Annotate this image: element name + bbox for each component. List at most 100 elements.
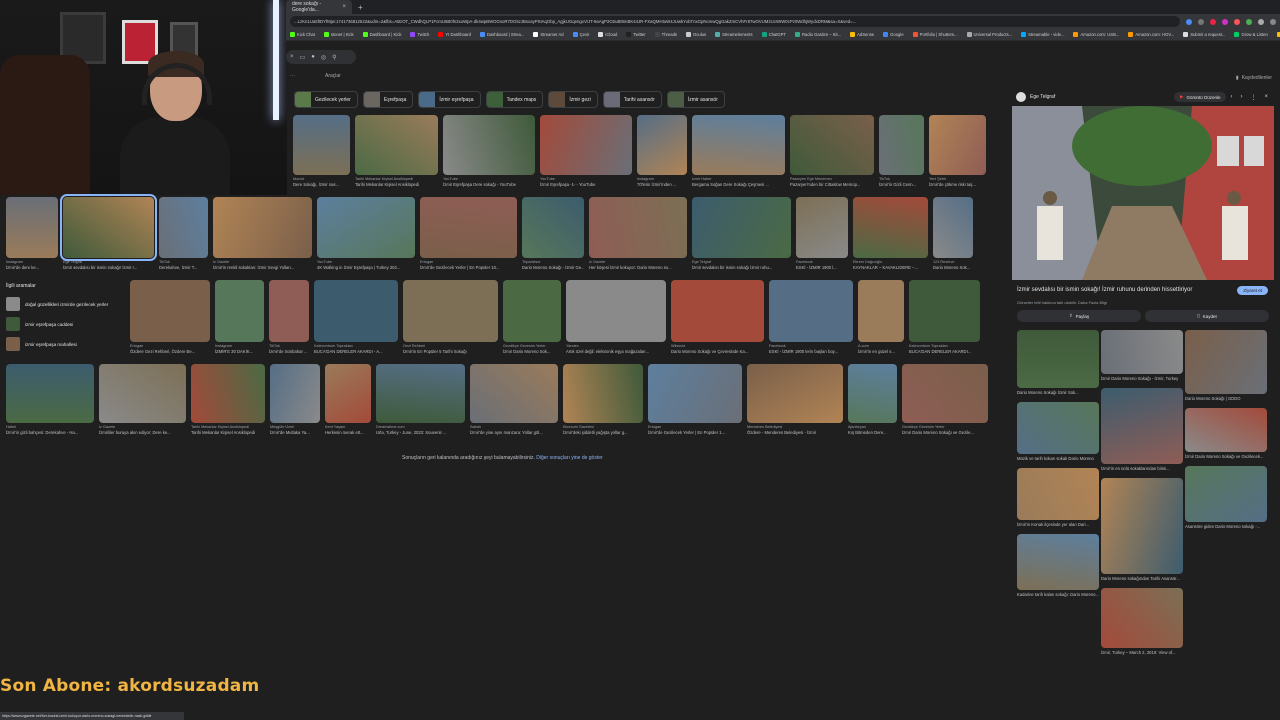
- related-image-caption[interactable]: Kadarine tarih kalan sokağı: Dario Moren…: [1017, 592, 1099, 597]
- bookmark-item[interactable]: Oculus: [686, 32, 706, 37]
- filter-chip[interactable]: İzmir eşrefpaşa: [418, 91, 481, 108]
- image-result[interactable]: [648, 364, 742, 423]
- image-result[interactable]: [909, 280, 980, 342]
- related-image[interactable]: [1017, 468, 1099, 520]
- filter-chip[interactable]: Tarihi asansör: [602, 91, 662, 108]
- related-image-caption[interactable]: Müzik ve tarih kokan sokak Dario Moreno: [1017, 456, 1099, 461]
- related-image[interactable]: [1017, 534, 1099, 590]
- image-result[interactable]: [637, 115, 687, 175]
- image-caption[interactable]: Instagram 70'lerin İzmir'inden ...: [637, 177, 687, 187]
- bookmark-item[interactable]: Twitter: [626, 32, 646, 37]
- close-icon[interactable]: ×: [1264, 94, 1268, 101]
- related-image[interactable]: [1017, 402, 1099, 454]
- bookmark-item[interactable]: Streamable - vide...: [1021, 32, 1064, 37]
- panel-title[interactable]: İzmir sevdalısı bir ismin sokağı! İzmir …: [1017, 287, 1192, 293]
- image-result[interactable]: [6, 364, 94, 423]
- image-caption[interactable]: Meşgûle Üzmi İzmir'de Mutlaka Ya...: [270, 425, 320, 435]
- image-caption[interactable]: YouTube 4K Walking in İzmir Eşrefpaşa | T…: [317, 260, 415, 270]
- image-result[interactable]: [503, 280, 561, 342]
- image-caption[interactable]: Kalecontrum Toprakları BUCA'DAN DERELER A…: [909, 344, 980, 354]
- extension-icon[interactable]: [1222, 18, 1228, 25]
- image-result[interactable]: [130, 280, 210, 342]
- image-result[interactable]: [325, 364, 371, 423]
- image-caption[interactable]: Ertugan İzmir'de Gezilecek Yerler | En Po…: [420, 260, 517, 270]
- related-image[interactable]: [1185, 408, 1267, 452]
- image-caption[interactable]: Habeİ İzmir'in gizli bahçesi: Derekahve -…: [6, 425, 94, 435]
- image-result[interactable]: [191, 364, 265, 423]
- image-caption[interactable]: İz Gazete İzmirliler buraya akın ediyor: …: [99, 425, 186, 435]
- close-icon[interactable]: ×: [290, 54, 294, 60]
- related-image[interactable]: [1101, 330, 1183, 374]
- related-image[interactable]: [1185, 330, 1267, 394]
- image-caption[interactable]: TikTok Derekahve, İzmir T...: [159, 260, 208, 270]
- image-caption[interactable]: Pazaryeri Ege Menemen Pazaryeri'nden bir …: [790, 177, 874, 187]
- bookmark-item[interactable]: Threads: [654, 32, 677, 37]
- keyboard-icon[interactable]: ▭: [300, 54, 306, 61]
- image-caption[interactable]: Gezi Rehberi İzmir'in En Popüler 5 Tarihi…: [403, 344, 498, 354]
- image-result[interactable]: [269, 280, 309, 342]
- image-result[interactable]: [790, 115, 874, 175]
- image-result[interactable]: [355, 115, 438, 175]
- related-image[interactable]: [1017, 330, 1099, 388]
- bookmark-item[interactable]: Yt Dashboard: [438, 32, 471, 37]
- image-caption[interactable]: İzmir Haber Bergama Soğan Dere Sokağı Çeş…: [692, 177, 785, 187]
- extension-icon[interactable]: [1234, 18, 1240, 25]
- image-result[interactable]: [858, 280, 904, 342]
- bookmark-item[interactable]: Radio Garden – Kit...: [795, 32, 841, 37]
- filter-chip[interactable]: İzmir asansör: [666, 91, 725, 108]
- bookmark-item[interactable]: ChatGPT: [761, 32, 786, 37]
- image-caption[interactable]: Ajanbeyan Kış Bitmeden Dere...: [848, 425, 897, 435]
- image-result[interactable]: [213, 197, 312, 258]
- image-caption[interactable]: Wilsonie Dario Moreno Sokağı ve Çevresind…: [671, 344, 764, 354]
- image-caption[interactable]: Dreamstime.com Urla, Turkey - June, 2023:…: [376, 425, 465, 435]
- menu-icon[interactable]: ⋯: [290, 73, 295, 79]
- related-search-item[interactable]: izmir eşrefpaşa mahallesi: [6, 336, 124, 352]
- related-image-caption[interactable]: İzmir, Turkey – March 2, 2019: View of..…: [1101, 650, 1183, 655]
- search-box[interactable]: × ▭ ● ◎ ⚲: [286, 50, 356, 64]
- image-result[interactable]: [317, 197, 415, 258]
- filter-chip[interactable]: İzmir gezi: [548, 91, 598, 108]
- image-caption[interactable]: Kent Yaşam Herkesin merak ett...: [325, 425, 371, 435]
- filter-chip[interactable]: Eşrefpaşa: [362, 91, 414, 108]
- lens-icon[interactable]: ◎: [321, 54, 326, 61]
- image-caption[interactable]: Moovit Dere Sokağı, İzmir nas...: [293, 177, 350, 187]
- new-tab-icon[interactable]: +: [358, 3, 363, 12]
- image-caption[interactable]: Tripadvisor Dario Moreno Sokağı - İzmir G…: [522, 260, 584, 270]
- visit-button[interactable]: Ziyaret et: [1237, 286, 1268, 295]
- bookmark-item[interactable]: Grow & Listen: [1234, 32, 1268, 37]
- search-icon[interactable]: ⚲: [332, 54, 336, 61]
- edit-image-button[interactable]: ▶ Görüntü Düzenle: [1173, 92, 1227, 102]
- image-result[interactable]: [933, 197, 973, 258]
- image-caption[interactable]: Instagram İzmir'de dere ke...: [6, 260, 58, 270]
- image-caption[interactable]: Ekrem Dağcıoğlu KAYNAKLAR – KAVAKLIDERE –…: [853, 260, 928, 270]
- bookmark-item[interactable]: Dashboard | Kick: [362, 32, 401, 37]
- image-caption[interactable]: Kalecontrum Toprakları BUCA'DAN DERELER A…: [314, 344, 398, 354]
- profile-avatar[interactable]: [1270, 18, 1276, 25]
- image-result[interactable]: [747, 364, 843, 423]
- image-result[interactable]: [671, 280, 764, 342]
- image-result[interactable]: [540, 115, 632, 175]
- image-result[interactable]: [159, 197, 208, 258]
- image-result[interactable]: [443, 115, 535, 175]
- related-image[interactable]: [1101, 478, 1183, 574]
- bookmark-item[interactable]: Dashboard | Strea...: [479, 32, 524, 37]
- extension-icon[interactable]: [1198, 18, 1204, 25]
- image-result[interactable]: [99, 364, 186, 423]
- bookmark-item[interactable]: Universal Products...: [966, 32, 1012, 37]
- image-caption[interactable]: TikTok İzmir'de Sonbahar ...: [269, 344, 309, 354]
- share-button[interactable]: ⇪ Paylaş: [1017, 310, 1141, 322]
- bookmark-item[interactable]: Çevir: [572, 32, 589, 37]
- related-image[interactable]: [1185, 466, 1267, 522]
- related-image[interactable]: [1101, 388, 1183, 464]
- image-result[interactable]: [403, 280, 498, 342]
- image-caption[interactable]: Facebook ESKİ - İZMİR 1900 lerin başları …: [769, 344, 853, 354]
- image-result[interactable]: [215, 280, 264, 342]
- show-more-link[interactable]: Diğer sonuçları yine de göster: [536, 455, 602, 461]
- chevron-left-icon[interactable]: ‹: [1230, 94, 1232, 101]
- panel-source[interactable]: Ege Telgraf: [1030, 94, 1055, 100]
- image-caption[interactable]: Sabah İzmir'de yine aynı manzara: Yollar …: [470, 425, 558, 435]
- filter-chip[interactable]: Gezilecek yerler: [294, 91, 358, 108]
- related-image-caption[interactable]: Dario Moreno Sokağı İzmir Sok...: [1017, 390, 1099, 395]
- tools-button[interactable]: Araçlar: [325, 73, 341, 79]
- image-result[interactable]: [293, 115, 350, 175]
